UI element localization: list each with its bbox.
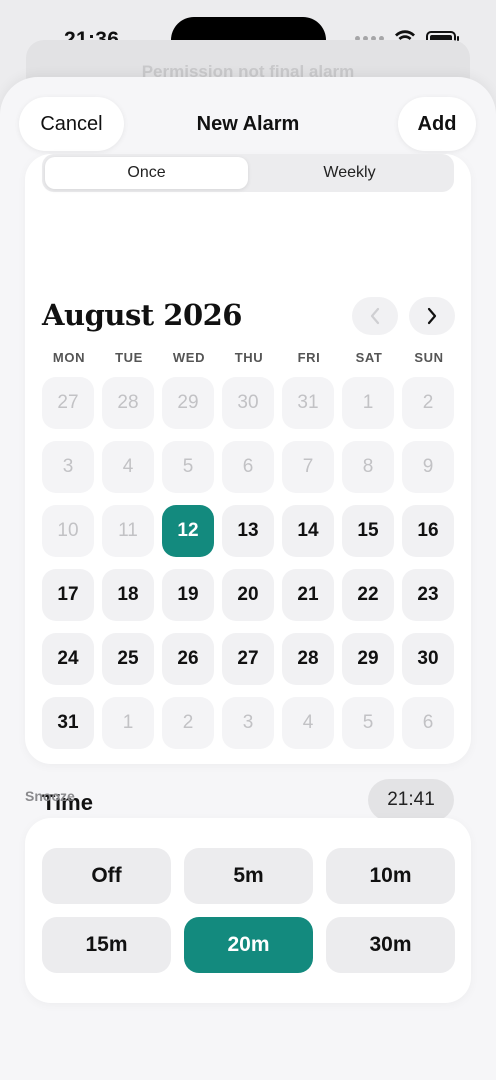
calendar-day[interactable]: 8 (342, 441, 394, 493)
segment-once[interactable]: Once (45, 157, 248, 189)
calendar-day[interactable]: 11 (102, 505, 154, 557)
calendar-day[interactable]: 29 (342, 633, 394, 685)
calendar-day[interactable]: 17 (42, 569, 94, 621)
snooze-option-30m[interactable]: 30m (326, 917, 455, 973)
calendar-day[interactable]: 7 (282, 441, 334, 493)
calendar-day[interactable]: 4 (282, 697, 334, 749)
add-button[interactable]: Add (398, 97, 476, 151)
calendar-day[interactable]: 31 (42, 697, 94, 749)
calendar-day[interactable]: 24 (42, 633, 94, 685)
calendar-day[interactable]: 29 (162, 377, 214, 429)
calendar-day[interactable]: 30 (402, 633, 454, 685)
weekday-label: MON (52, 350, 86, 365)
snooze-option-5m[interactable]: 5m (184, 848, 313, 904)
calendar-grid: 27 28 29 30 31 1 2 3 4 5 6 7 8 9 10 11 12 13 14 15 16 17 18 19 2… (42, 377, 454, 749)
calendar-day[interactable]: 16 (402, 505, 454, 557)
calendar-day[interactable]: 10 (42, 505, 94, 557)
weekday-label: SAT (355, 350, 383, 365)
calendar-day[interactable]: 27 (42, 377, 94, 429)
snooze-option-15m[interactable]: 15m (42, 917, 171, 973)
calendar-day[interactable]: 1 (342, 377, 394, 429)
weekday-label: THU (234, 350, 264, 365)
calendar-day[interactable]: 18 (102, 569, 154, 621)
calendar-day[interactable]: 5 (162, 441, 214, 493)
snooze-option-off[interactable]: Off (42, 848, 171, 904)
repeat-segmented-control: Once Weekly (42, 154, 454, 192)
calendar-day[interactable]: 25 (102, 633, 154, 685)
weekday-label: WED (172, 350, 206, 365)
calendar-day[interactable]: 13 (222, 505, 274, 557)
calendar-day[interactable]: 23 (402, 569, 454, 621)
calendar-day[interactable]: 28 (282, 633, 334, 685)
weekday-header: MON TUE WED THU FRI SAT SUN (42, 350, 454, 365)
calendar-day[interactable]: 3 (42, 441, 94, 493)
next-month-button[interactable] (409, 297, 455, 335)
time-picker-button[interactable]: 21:41 (368, 779, 454, 821)
calendar-day[interactable]: 20 (222, 569, 274, 621)
chevron-right-icon (427, 307, 437, 325)
calendar-day[interactable]: 2 (402, 377, 454, 429)
date-time-card: Once Weekly August 2026 MON TUE WED THU FRI S… (25, 154, 471, 821)
calendar-day[interactable]: 4 (102, 441, 154, 493)
calendar-day[interactable]: 5 (342, 697, 394, 749)
month-title: August 2026 (42, 298, 242, 332)
calendar-day[interactable]: 2 (162, 697, 214, 749)
calendar-day[interactable]: 26 (162, 633, 214, 685)
calendar-day-selected[interactable]: 12 (162, 505, 214, 557)
calendar-day[interactable]: 9 (402, 441, 454, 493)
calendar-day[interactable]: 6 (402, 697, 454, 749)
calendar-day[interactable]: 28 (102, 377, 154, 429)
calendar-day[interactable]: 22 (342, 569, 394, 621)
snooze-card: Off 5m 10m 15m 20m 30m (25, 818, 471, 1003)
snooze-label: Snooze (25, 788, 75, 804)
calendar-day[interactable]: 27 (222, 633, 274, 685)
snooze-options: Off 5m 10m 15m 20m 30m (42, 848, 455, 973)
calendar-day[interactable]: 14 (282, 505, 334, 557)
new-alarm-sheet: Cancel New Alarm Add Once Weekly August … (0, 77, 496, 1080)
calendar-day[interactable]: 21 (282, 569, 334, 621)
chevron-left-icon (370, 307, 380, 325)
segment-weekly[interactable]: Weekly (248, 157, 451, 189)
calendar-day[interactable]: 15 (342, 505, 394, 557)
snooze-option-10m[interactable]: 10m (326, 848, 455, 904)
weekday-label: SUN (414, 350, 444, 365)
previous-month-button[interactable] (352, 297, 398, 335)
calendar-day[interactable]: 1 (102, 697, 154, 749)
weekday-label: TUE (115, 350, 143, 365)
calendar-day[interactable]: 6 (222, 441, 274, 493)
calendar-day[interactable]: 19 (162, 569, 214, 621)
snooze-option-20m[interactable]: 20m (184, 917, 313, 973)
calendar-day[interactable]: 30 (222, 377, 274, 429)
weekday-label: FRI (297, 350, 321, 365)
calendar-day[interactable]: 31 (282, 377, 334, 429)
calendar-day[interactable]: 3 (222, 697, 274, 749)
